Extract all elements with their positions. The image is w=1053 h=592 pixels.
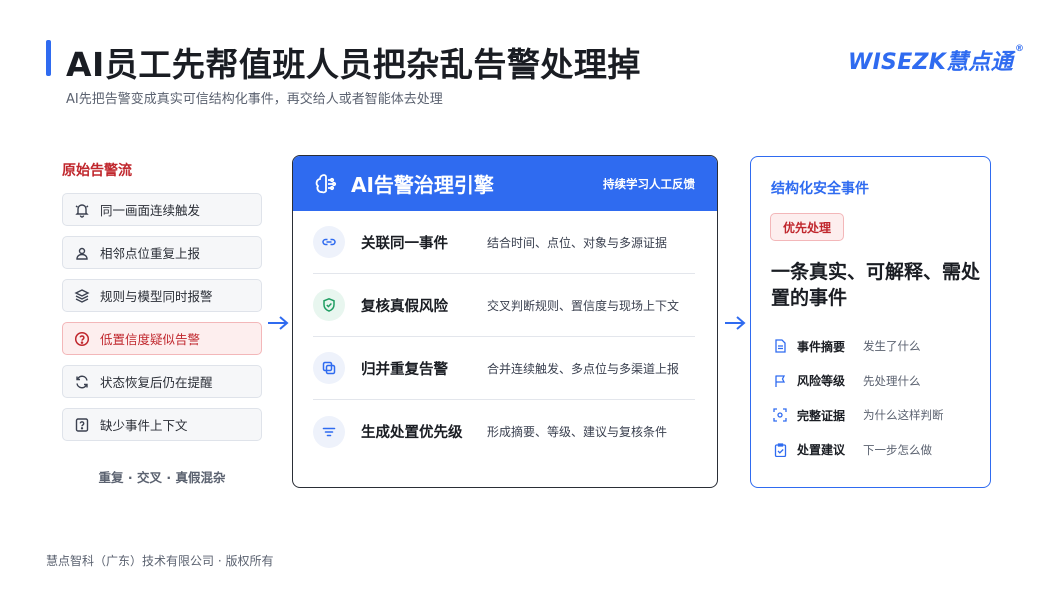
engine-step: 关联同一事件 结合时间、点位、对象与多源证据 (313, 211, 695, 274)
structured-event-card: 结构化安全事件 优先处理 一条真实、可解释、需处置的事件 事件摘要 发生了什么 … (750, 156, 991, 488)
engine-tag: 持续学习人工反馈 (603, 177, 695, 191)
step-desc: 合并连续触发、多点位与多渠道上报 (487, 361, 680, 376)
result-item-desc: 先处理什么 (863, 373, 921, 388)
merge-icon (313, 352, 345, 384)
result-item: 完整证据 为什么这样判断 (773, 398, 983, 433)
alarm-item: 同一画面连续触发 (62, 193, 262, 226)
step-desc: 交叉判断规则、置信度与现场上下文 (487, 298, 680, 313)
result-item: 处置建议 下一步怎么做 (773, 433, 983, 468)
brain-icon (313, 171, 339, 197)
alarm-item-label: 相邻点位重复上报 (100, 246, 201, 261)
result-title: 结构化安全事件 (771, 181, 869, 197)
alarm-item-label: 低置信度疑似告警 (100, 332, 201, 347)
title-accent-bar (46, 40, 51, 76)
document-icon (773, 339, 787, 353)
engine-steps: 关联同一事件 结合时间、点位、对象与多源证据 复核真假风险 交叉判断规则、置信度… (293, 211, 717, 463)
flag-icon (773, 374, 787, 388)
raw-alarm-footer: 重复 · 交叉 · 真假混杂 (98, 470, 226, 485)
engine-step: 生成处置优先级 形成摘要、等级、建议与复核条件 (313, 400, 695, 463)
copyright-footer: 慧点智科（广东）技术有限公司 · 版权所有 (46, 554, 274, 568)
engine-step: 复核真假风险 交叉判断规则、置信度与现场上下文 (313, 274, 695, 337)
result-item-desc: 下一步怎么做 (863, 442, 932, 457)
page-title: AI员工先帮值班人员把杂乱告警处理掉 (66, 45, 641, 84)
alarm-item: 状态恢复后仍在提醒 (62, 365, 262, 398)
alarm-item-highlighted: 低置信度疑似告警 (62, 322, 262, 355)
engine-step: 归并重复告警 合并连续触发、多点位与多渠道上报 (313, 337, 695, 400)
alarm-item: 规则与模型同时报警 (62, 279, 262, 312)
raw-alarm-list: 同一画面连续触发 相邻点位重复上报 规则与模型同时报警 低置信度疑似告警 状态恢… (62, 193, 262, 451)
scan-icon (773, 408, 787, 422)
result-item-label: 处置建议 (797, 443, 846, 458)
alarm-item: 缺少事件上下文 (62, 408, 262, 441)
brand-logo: WISEZK慧点通® (848, 44, 1024, 76)
result-headline: 一条真实、可解释、需处置的事件 (771, 261, 981, 309)
step-desc: 形成摘要、等级、建议与复核条件 (487, 425, 668, 439)
brand-text: WISEZK慧点通 (848, 50, 1014, 75)
question-circle-icon (73, 330, 91, 348)
alarm-item-label: 同一画面连续触发 (100, 203, 201, 218)
alarm-item: 相邻点位重复上报 (62, 236, 262, 269)
engine-header: AI告警治理引擎 持续学习人工反馈 (293, 156, 717, 211)
layers-icon (73, 287, 91, 305)
shield-check-icon (313, 289, 345, 321)
bell-icon (73, 201, 91, 219)
alarm-item-label: 规则与模型同时报警 (100, 289, 213, 304)
question-square-icon (73, 416, 91, 434)
result-item-desc: 发生了什么 (863, 339, 921, 354)
page-subtitle: AI先把告警变成真实可信结构化事件，再交给人或者智能体去处理 (66, 92, 443, 107)
engine-title: AI告警治理引擎 (351, 173, 494, 197)
step-desc: 结合时间、点位、对象与多源证据 (487, 235, 668, 250)
arrow-right-icon (266, 314, 290, 336)
refresh-icon (73, 373, 91, 391)
result-list: 事件摘要 发生了什么 风险等级 先处理什么 完整证据 为什么这样判断 处置建议 … (773, 329, 983, 467)
step-title: 关联同一事件 (361, 235, 448, 252)
alarm-item-label: 缺少事件上下文 (100, 418, 188, 433)
result-item-desc: 为什么这样判断 (863, 408, 944, 423)
map-pin-user-icon (73, 244, 91, 262)
filter-lines-icon (313, 415, 345, 448)
registered-mark: ® (1015, 44, 1025, 54)
result-item-label: 风险等级 (797, 374, 846, 389)
step-title: 归并重复告警 (361, 361, 448, 378)
result-item-label: 事件摘要 (797, 339, 846, 354)
result-item-label: 完整证据 (797, 408, 846, 423)
step-title: 复核真假风险 (361, 298, 448, 315)
clipboard-check-icon (773, 443, 787, 457)
link-icon (313, 226, 345, 258)
result-item: 风险等级 先处理什么 (773, 364, 983, 399)
step-title: 生成处置优先级 (361, 425, 463, 441)
raw-alarm-title: 原始告警流 (62, 163, 132, 179)
arrow-right-icon (723, 314, 747, 336)
ai-engine-card: AI告警治理引擎 持续学习人工反馈 关联同一事件 结合时间、点位、对象与多源证据… (292, 155, 718, 488)
alarm-item-label: 状态恢复后仍在提醒 (100, 375, 213, 390)
priority-badge: 优先处理 (770, 213, 845, 241)
result-item: 事件摘要 发生了什么 (773, 329, 983, 364)
